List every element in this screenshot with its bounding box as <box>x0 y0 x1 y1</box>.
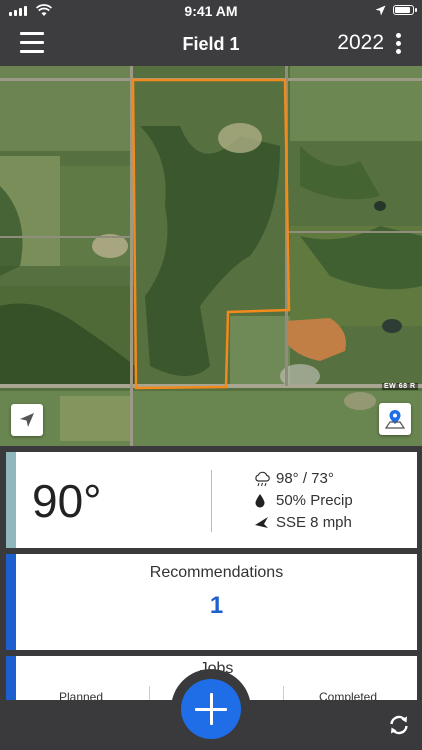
weather-card[interactable]: 90° 98° / 73° 50% Precip SSE 8 mph <box>6 452 417 548</box>
wind-direction-icon <box>254 516 276 529</box>
weather-accent-bar <box>6 452 16 548</box>
status-time: 9:41 AM <box>184 3 238 19</box>
high-low-row: 98° / 73° <box>254 470 334 487</box>
navigation-arrow-icon <box>20 413 34 427</box>
recommendations-accent-bar <box>6 554 16 650</box>
precip-row: 50% Precip <box>254 492 353 509</box>
locate-me-button[interactable] <box>11 404 43 436</box>
year-selector[interactable]: 2022 <box>337 31 384 55</box>
sync-icon[interactable] <box>387 713 411 737</box>
jobs-accent-bar <box>6 656 16 704</box>
add-button[interactable] <box>181 679 241 739</box>
field-map[interactable]: EW 68 R <box>0 66 422 446</box>
high-low-temp: 98° / 73° <box>276 470 334 487</box>
hamburger-menu-icon[interactable] <box>20 32 44 54</box>
satellite-imagery <box>0 66 422 446</box>
location-services-icon <box>375 5 386 16</box>
recommendations-title: Recommendations <box>149 564 284 581</box>
more-options-icon[interactable] <box>396 33 402 55</box>
weather-divider <box>211 470 212 532</box>
map-marker-icon <box>384 410 406 429</box>
map-pin-button[interactable] <box>379 403 411 435</box>
raindrop-icon <box>254 493 276 508</box>
status-bar: 9:41 AM <box>0 0 422 22</box>
wind-row: SSE 8 mph <box>254 514 352 531</box>
recommendations-card[interactable]: Recommendations 1 <box>6 554 417 650</box>
recommendations-count: 1 <box>209 592 224 619</box>
battery-icon <box>393 5 417 15</box>
road-label: EW 68 R <box>382 383 418 390</box>
rain-cloud-icon <box>254 471 276 487</box>
navigation-bar: Field 1 2022 <box>0 22 422 66</box>
wind-speed: SSE 8 mph <box>276 514 352 531</box>
precip-chance: 50% Precip <box>276 492 353 509</box>
current-temperature: 90° <box>32 475 102 527</box>
